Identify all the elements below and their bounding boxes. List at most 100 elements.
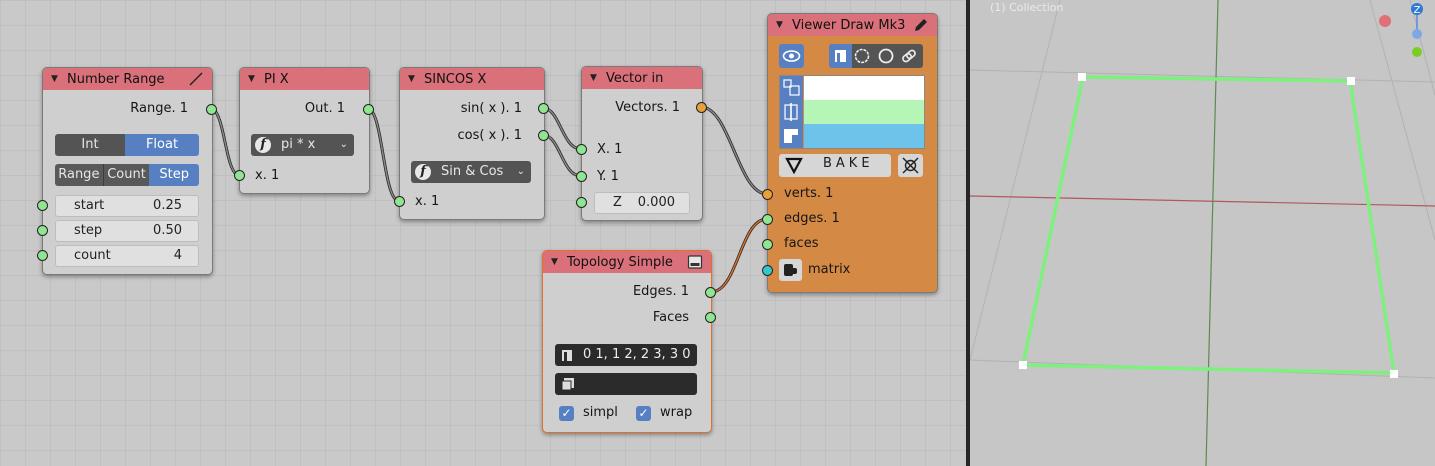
- socket-edges-in[interactable]: [762, 214, 773, 225]
- socket-count-in[interactable]: [37, 250, 48, 261]
- input-label-edges: edges. 1: [784, 211, 840, 226]
- node-header[interactable]: ▼ Viewer Draw Mk3: [768, 14, 937, 36]
- socket-faces-in[interactable]: [762, 239, 773, 250]
- step-field[interactable]: step 0.50: [55, 220, 199, 242]
- mode-box-button[interactable]: [829, 44, 852, 68]
- input-label-x: X. 1: [597, 142, 623, 157]
- field-value: 0.50: [153, 223, 182, 238]
- x-axis-line: [970, 195, 1435, 207]
- node-vector-in[interactable]: ▼ Vector in Vectors. 1 X. 1 Y. 1 Z 0.000: [581, 66, 703, 221]
- output-label-cos: cos( x ). 1: [457, 128, 522, 143]
- collapse-arrow-icon[interactable]: ▼: [408, 74, 422, 84]
- link-chain-icon[interactable]: [900, 47, 918, 65]
- input-label: x. 1: [255, 168, 280, 183]
- collapse-arrow-icon[interactable]: ▼: [551, 257, 565, 267]
- vertex-circle-icon[interactable]: [853, 47, 871, 65]
- bake-button[interactable]: BAKE: [779, 154, 891, 177]
- node-header[interactable]: ▼ SINCOS X: [400, 68, 544, 90]
- node-header[interactable]: ▼ Vector in: [582, 67, 702, 89]
- wrap-label: wrap: [660, 405, 693, 420]
- socket-sin-out[interactable]: [538, 103, 549, 114]
- collapse-arrow-icon[interactable]: ▼: [590, 73, 604, 83]
- simpl-label: simpl: [583, 405, 618, 420]
- node-header[interactable]: ▼ PI X: [240, 68, 369, 90]
- face-color-row[interactable]: [780, 124, 924, 148]
- bake-options-button[interactable]: [898, 154, 923, 177]
- socket-start-in[interactable]: [37, 200, 48, 211]
- count-field[interactable]: count 4: [55, 245, 199, 267]
- socket-y-in[interactable]: [576, 171, 587, 182]
- link-range-to-pix: [209, 107, 241, 177]
- socket-verts-in[interactable]: [762, 189, 773, 200]
- field-label: count: [74, 248, 111, 263]
- edge-color-row[interactable]: [780, 100, 924, 124]
- function-dropdown[interactable]: f Sin & Cos ⌄: [411, 161, 531, 183]
- mode-float-button[interactable]: Float: [125, 134, 199, 156]
- collapse-arrow-icon[interactable]: ▼: [776, 20, 790, 30]
- node-header[interactable]: ▼ Topology Simple: [543, 251, 711, 273]
- collapse-arrow-icon[interactable]: ▼: [248, 74, 262, 84]
- collapse-arrow-icon[interactable]: ▼: [51, 74, 65, 84]
- field-value: 0.25: [153, 198, 182, 213]
- eye-toggle-button[interactable]: [779, 44, 804, 68]
- node-number-range[interactable]: ▼ Number Range Range. 1 Int Float Range …: [42, 67, 213, 275]
- socket-faces-out[interactable]: [705, 312, 716, 323]
- input-label-faces: faces: [784, 236, 819, 251]
- socket-cos-out[interactable]: [538, 130, 549, 141]
- socket-pix-out[interactable]: [363, 104, 374, 115]
- socket-edges-out[interactable]: [705, 287, 716, 298]
- edges-text-field[interactable]: 0 1, 1 2, 2 3, 3 0: [555, 344, 697, 366]
- node-viewer-draw[interactable]: ▼ Viewer Draw Mk3 BAKE verts. 1 edges. 1…: [767, 13, 938, 293]
- vertex-color-row[interactable]: [780, 76, 924, 100]
- node-sincos-x[interactable]: ▼ SINCOS X sin( x ). 1 cos( x ). 1 f Sin…: [399, 67, 545, 220]
- socket-range-out[interactable]: [206, 104, 217, 115]
- mode-toggle[interactable]: Int Float: [55, 134, 199, 156]
- navigation-gizmo[interactable]: Z: [1379, 3, 1423, 57]
- vertex-color-swatch[interactable]: [804, 76, 924, 100]
- field-label: Z: [613, 195, 622, 210]
- socket-step-in[interactable]: [37, 225, 48, 236]
- faces-text-field[interactable]: [555, 373, 697, 395]
- pencil-icon[interactable]: [913, 17, 929, 33]
- face-color-swatch[interactable]: [804, 124, 924, 148]
- chevron-down-icon: ⌄: [516, 166, 525, 177]
- viewport-scene: Z: [970, 0, 1435, 466]
- mode-int-button[interactable]: Int: [55, 134, 125, 156]
- y-axis-line: [1205, 0, 1219, 466]
- gizmo-z-label: Z: [1414, 5, 1421, 16]
- function-dropdown[interactable]: f pi * x ⌄: [251, 134, 354, 156]
- node-topology-simple[interactable]: ▼ Topology Simple Edges. 1 Faces 0 1, 1 …: [542, 250, 712, 433]
- edge-circle-icon[interactable]: [877, 47, 895, 65]
- socket-sincos-in[interactable]: [394, 196, 405, 207]
- 3d-viewport[interactable]: Z (1) Collection: [970, 0, 1435, 466]
- output-label: Vectors. 1: [615, 100, 680, 115]
- mesh-quad: [1021, 75, 1396, 375]
- simpl-checkbox[interactable]: ✓: [559, 406, 574, 421]
- edge-color-swatch[interactable]: [804, 100, 924, 124]
- display-mode-group[interactable]: [829, 44, 923, 68]
- output-label: Out. 1: [304, 101, 345, 116]
- matrix-icon-button[interactable]: [779, 259, 802, 281]
- type-range-button[interactable]: Range: [55, 164, 104, 186]
- start-field[interactable]: start 0.25: [55, 195, 199, 217]
- node-title: Vector in: [606, 70, 664, 86]
- node-pi-x[interactable]: ▼ PI X Out. 1 f pi * x ⌄ x. 1: [239, 67, 370, 194]
- type-step-button[interactable]: Step: [149, 164, 199, 186]
- type-count-button[interactable]: Count: [103, 164, 150, 186]
- socket-pix-in[interactable]: [234, 170, 245, 181]
- socket-vectors-out[interactable]: [696, 102, 707, 113]
- range-type-toggle[interactable]: Range Count Step: [55, 164, 199, 186]
- node-header[interactable]: ▼ Number Range: [43, 68, 212, 90]
- socket-z-in[interactable]: [576, 197, 587, 208]
- z-field[interactable]: Z 0.000: [594, 192, 690, 214]
- node-editor-canvas[interactable]: ▼ Number Range Range. 1 Int Float Range …: [0, 0, 966, 466]
- input-label-matrix: matrix: [808, 262, 851, 277]
- input-label: x. 1: [415, 194, 440, 209]
- socket-x-in[interactable]: [576, 144, 587, 155]
- field-value: 4: [173, 248, 182, 263]
- window-icon[interactable]: [687, 254, 703, 270]
- edges-icon: [562, 350, 572, 361]
- socket-matrix-in[interactable]: [762, 265, 773, 276]
- face-display-icon: [780, 124, 803, 148]
- wrap-checkbox[interactable]: ✓: [636, 406, 651, 421]
